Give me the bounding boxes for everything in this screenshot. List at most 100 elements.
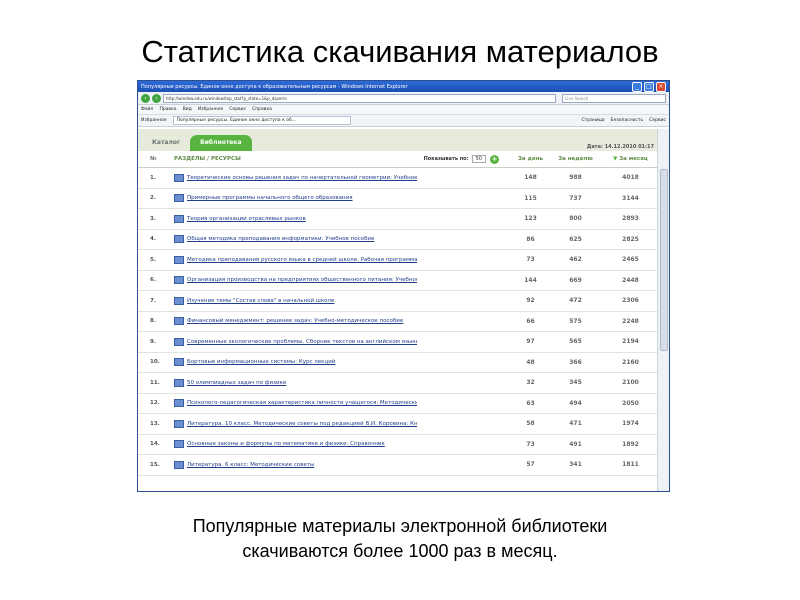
header-sections[interactable]: РАЗДЕЛЫ / РЕСУРСЫ	[174, 156, 424, 162]
row-num: 3.	[150, 215, 156, 222]
table-row: 11. 50 олимпиадных задач по физике 32 345 21…	[138, 373, 658, 394]
header-week[interactable]: За неделю	[548, 156, 603, 162]
caption-line-1: Популярные материалы электронной библиот…	[192, 516, 608, 536]
scroll-thumb[interactable]	[660, 169, 668, 351]
resource-link[interactable]: 50 олимпиадных задач по физике	[174, 378, 417, 387]
row-day: 148	[524, 174, 537, 182]
table-row: 3. Теория организации отраслевых рынков 12…	[138, 209, 658, 230]
menu-item-file[interactable]: Файл	[141, 107, 153, 112]
scrollbar[interactable]	[657, 129, 669, 491]
favorites-button[interactable]: Избранное	[141, 118, 167, 123]
row-week: 472	[569, 297, 582, 305]
resource-title: Теоретические основы решения задач по на…	[187, 174, 417, 181]
resource-link[interactable]: Финансовый менеджмент: решение задач: Уч…	[174, 317, 417, 326]
resource-link[interactable]: Методика преподавания русского языка в с…	[174, 255, 417, 264]
stats-table: 1. Теоретические основы решения задач по …	[138, 168, 658, 476]
table-row: 12. Психолого-педагогическая характеристи…	[138, 394, 658, 414]
resource-title: Методика преподавания русского языка в с…	[187, 256, 417, 263]
row-week: 341	[569, 461, 582, 469]
maximize-icon[interactable]: □	[644, 81, 654, 92]
document-icon	[174, 460, 184, 469]
row-week: 462	[569, 256, 582, 264]
row-day: 92	[526, 297, 535, 305]
tab-catalog[interactable]: Каталог	[142, 135, 190, 151]
plus-icon[interactable]: +	[490, 154, 499, 164]
resource-title: Организация производства на предприятиях…	[187, 277, 417, 284]
row-week: 345	[569, 379, 582, 387]
row-day: 73	[526, 256, 535, 264]
tools-menu-button[interactable]: Сервис	[649, 118, 666, 123]
row-num: 5.	[150, 256, 156, 263]
row-week: 988	[569, 174, 582, 182]
slide-caption: Популярные материалы электронной библиот…	[0, 514, 800, 564]
close-icon[interactable]: ×	[656, 81, 666, 92]
resource-link[interactable]: Основные законы и формулы по математике …	[174, 440, 417, 449]
row-num: 15.	[150, 461, 160, 468]
table-row: 2. Примерные программы начального общего …	[138, 189, 658, 209]
show-by-select[interactable]: 50	[471, 155, 486, 163]
row-num: 9.	[150, 338, 156, 345]
row-week: 494	[569, 399, 582, 407]
resource-link[interactable]: Литература. 6 класс: Методические советы	[174, 460, 417, 469]
resource-link[interactable]: Организация производства на предприятиях…	[174, 276, 417, 285]
resource-link[interactable]: Изучение темы "Состав слова" в начальной…	[174, 296, 417, 305]
menu-item-favorites[interactable]: Избранное	[198, 107, 224, 112]
row-num: 13.	[150, 420, 160, 427]
resource-link[interactable]: Общая методика преподавания информатики:…	[174, 235, 417, 244]
document-icon	[174, 276, 184, 285]
row-num: 10.	[150, 359, 160, 366]
resource-link[interactable]: Примерные программы начального общего об…	[174, 194, 417, 203]
document-icon	[174, 235, 184, 244]
row-month: 2465	[622, 256, 639, 264]
resource-link[interactable]: Литература. 10 класс. Методические совет…	[174, 419, 417, 428]
row-month: 2825	[622, 235, 639, 243]
back-icon[interactable]: ‹	[141, 93, 150, 103]
resource-link[interactable]: Современные экологические проблемы. Сбор…	[174, 337, 417, 346]
menu-item-help[interactable]: Справка	[252, 107, 272, 112]
row-day: 48	[526, 358, 535, 366]
address-bar: ‹ › http://window.edu.ru/window/top_stat…	[138, 92, 669, 105]
document-icon	[174, 255, 184, 264]
header-month-wrap[interactable]: ▼ За месяц	[603, 156, 658, 162]
row-month: 2050	[622, 399, 639, 407]
table-row: 5. Методика преподавания русского языка в…	[138, 250, 658, 271]
menu-bar: Файл Правка Вид Избранное Сервис Справка	[138, 105, 669, 115]
forward-icon[interactable]: ›	[152, 93, 161, 103]
row-month: 2160	[622, 358, 639, 366]
resource-link[interactable]: Теория организации отраслевых рынков	[174, 214, 417, 223]
row-num: 12.	[150, 400, 160, 407]
resource-link[interactable]: Психолого-педагогическая характеристика …	[174, 399, 417, 408]
menu-item-view[interactable]: Вид	[183, 107, 192, 112]
row-month: 4018	[622, 174, 639, 182]
row-week: 565	[569, 338, 582, 346]
date-label: Дата: 14.12.2010 01:17	[586, 144, 654, 150]
row-month: 2194	[622, 338, 639, 346]
safety-menu-button[interactable]: Безопасность	[611, 118, 644, 123]
row-month: 1974	[622, 420, 639, 428]
resource-title: Примерные программы начального общего об…	[187, 195, 353, 202]
header-day[interactable]: За день	[513, 156, 548, 162]
table-row: 13. Литература. 10 класс. Методические со…	[138, 414, 658, 435]
table-row: 9. Современные экологические проблемы. Сб…	[138, 332, 658, 353]
resource-link[interactable]: Теоретические основы решения задач по на…	[174, 173, 417, 182]
library-tabs: Каталог Библиотека	[138, 129, 658, 151]
command-bar: Страница Безопасность Сервис	[575, 118, 666, 123]
document-icon	[174, 440, 184, 449]
browser-tab[interactable]: Популярные ресурсы. Единое окно доступа …	[172, 116, 351, 125]
url-input[interactable]: http://window.edu.ru/window/top_stat?p_s…	[163, 93, 556, 103]
table-row: 14. Основные законы и формулы по математи…	[138, 435, 658, 455]
page-menu-button[interactable]: Страница	[581, 118, 604, 123]
row-day: 66	[526, 317, 535, 325]
minimize-icon[interactable]: _	[632, 81, 642, 92]
tab-library[interactable]: Библиотека	[190, 135, 252, 151]
table-row: 4. Общая методика преподавания информатик…	[138, 230, 658, 250]
row-day: 57	[526, 461, 535, 469]
search-input[interactable]: Live Search	[562, 93, 666, 103]
resource-title: Общая методика преподавания информатики:…	[187, 236, 375, 243]
menu-item-edit[interactable]: Правка	[159, 107, 176, 112]
document-icon	[174, 194, 184, 203]
menu-item-tools[interactable]: Сервис	[229, 107, 246, 112]
row-week: 737	[569, 194, 582, 202]
resource-link[interactable]: Бортовые информационные системы: Курс ле…	[174, 358, 417, 367]
row-month: 3144	[622, 194, 639, 202]
